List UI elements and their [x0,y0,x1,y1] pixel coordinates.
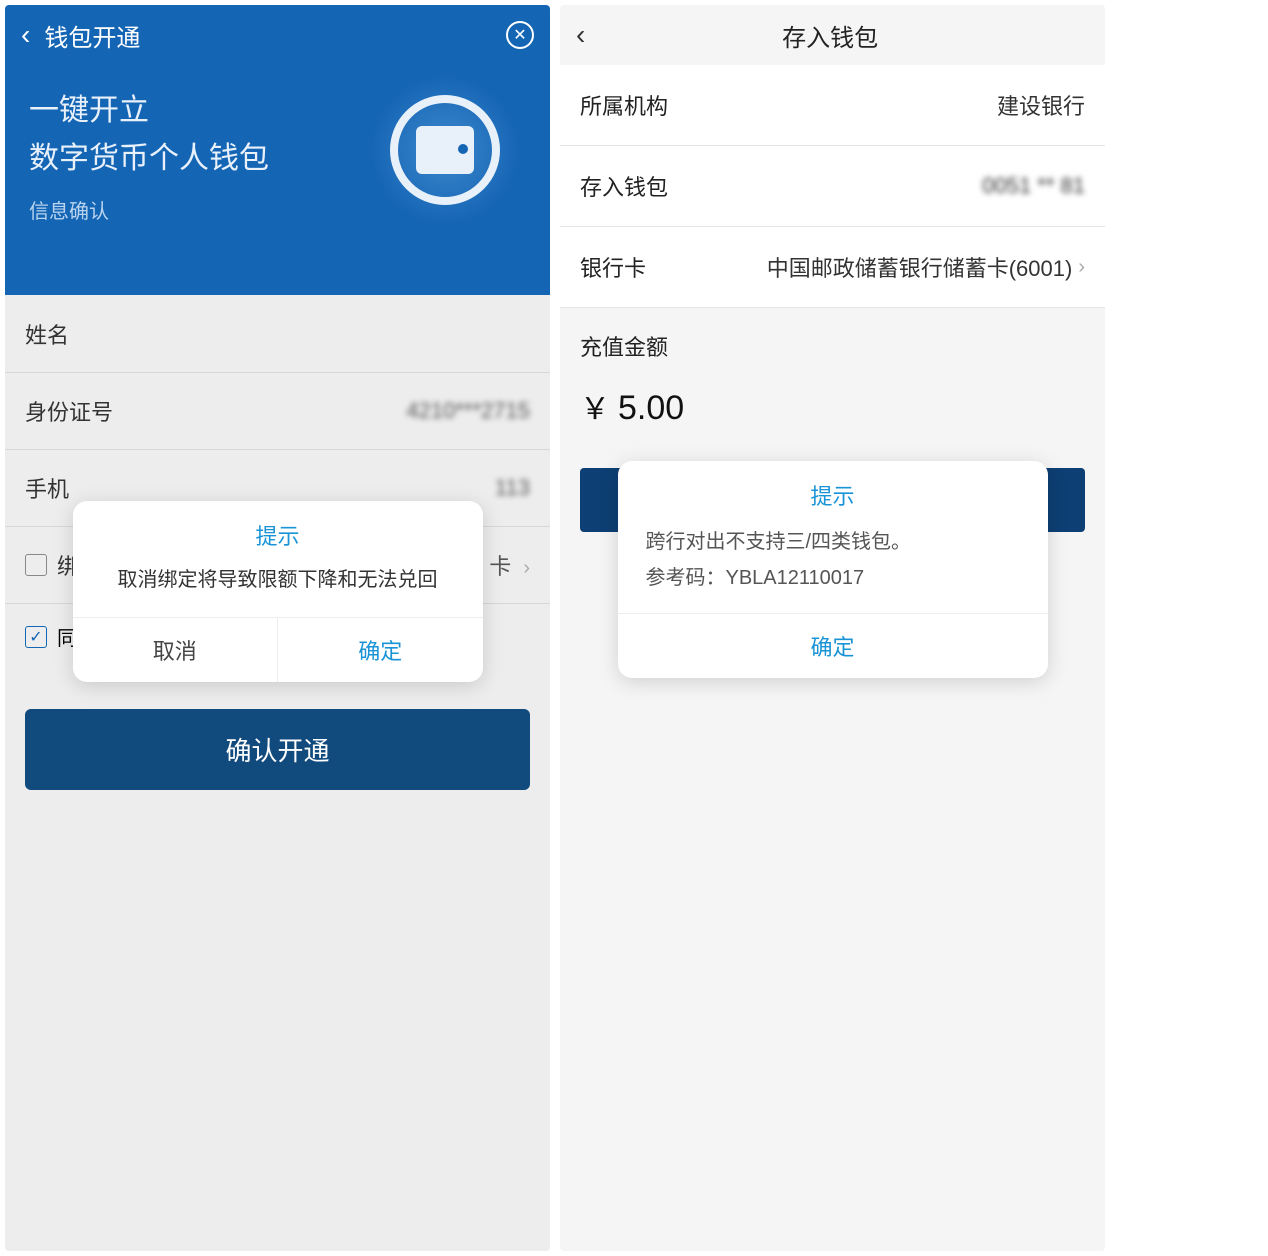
agree-checkbox[interactable]: ✓ [25,626,47,648]
phone-value: 113 [495,475,530,501]
info-list: 所属机构 建设银行 存入钱包 0051 ** 81 银行卡 中国邮政储蓄银行储蓄… [560,65,1105,308]
nav-bar: ‹ 钱包开通 ✕ [5,5,550,65]
org-label: 所属机构 [580,89,668,121]
form-area: 姓名 身份证号 4210***2715 手机 113 绑 卡 › [5,295,550,1251]
close-icon[interactable]: ✕ [506,21,534,49]
card-value: 中国邮政储蓄银行储蓄卡(6001) › [767,251,1085,283]
phone-right: ‹ 存入钱包 所属机构 建设银行 存入钱包 0051 ** 81 银行卡 中国邮… [560,5,1105,1251]
row-card[interactable]: 银行卡 中国邮政储蓄银行储蓄卡(6001) › [560,227,1105,308]
modal-actions: 取消 确定 [73,617,483,682]
modal-actions: 确定 [618,613,1048,678]
id-value: 4210***2715 [406,398,530,424]
amount-value: 5.00 [618,389,684,428]
modal-right: 提示 跨行对出不支持三/四类钱包。 参考码：YBLA12110017 确定 [618,461,1048,678]
modal-body: 跨行对出不支持三/四类钱包。 参考码：YBLA12110017 [618,521,1048,613]
id-label: 身份证号 [25,395,113,427]
modal-confirm-button[interactable]: 确定 [618,614,1048,678]
confirm-open-button[interactable]: 确认开通 [25,709,530,790]
modal-body: 取消绑定将导致限额下降和无法兑回 [73,561,483,617]
amount-row[interactable]: ￥ 5.00 [560,370,1105,452]
name-label: 姓名 [25,318,69,350]
org-value: 建设银行 [997,89,1085,121]
nav-title: 存入钱包 [571,18,1089,53]
header-left: ‹ 钱包开通 ✕ 一键开立 数字货币个人钱包 信息确认 [5,5,550,295]
chevron-right-icon: › [1078,256,1085,279]
currency-symbol: ￥ [580,384,610,428]
hero-block: 一键开立 数字货币个人钱包 信息确认 [5,65,550,244]
nav-title: 钱包开通 [44,18,506,53]
modal-cancel-button[interactable]: 取消 [73,618,279,682]
chevron-right-icon: › [523,557,530,579]
wallet-icon [370,75,520,225]
modal-left: 提示 取消绑定将导致限额下降和无法兑回 取消 确定 [73,501,483,682]
modal-confirm-button[interactable]: 确定 [278,618,483,682]
row-id[interactable]: 身份证号 4210***2715 [5,373,550,450]
card-label: 银行卡 [580,251,646,283]
modal-refcode: 参考码：YBLA12110017 [646,563,1020,593]
nav-bar-right: ‹ 存入钱包 [560,5,1105,65]
amount-label: 充值金额 [560,308,1105,370]
row-org: 所属机构 建设银行 [560,65,1105,146]
modal-title: 提示 [618,461,1048,521]
phone-left: ‹ 钱包开通 ✕ 一键开立 数字货币个人钱包 信息确认 姓名 身份证号 4210… [5,5,550,1251]
back-icon[interactable]: ‹ [21,19,30,51]
row-wallet[interactable]: 存入钱包 0051 ** 81 [560,146,1105,227]
modal-body-line: 跨行对出不支持三/四类钱包。 [646,527,1020,557]
bind-value: 卡 › [489,549,530,581]
bind-checkbox[interactable] [25,554,47,576]
wallet-label: 存入钱包 [580,170,668,202]
row-name[interactable]: 姓名 [5,296,550,373]
wallet-value: 0051 ** 81 [982,173,1085,199]
modal-title: 提示 [73,501,483,561]
phone-label: 手机 [25,472,69,504]
